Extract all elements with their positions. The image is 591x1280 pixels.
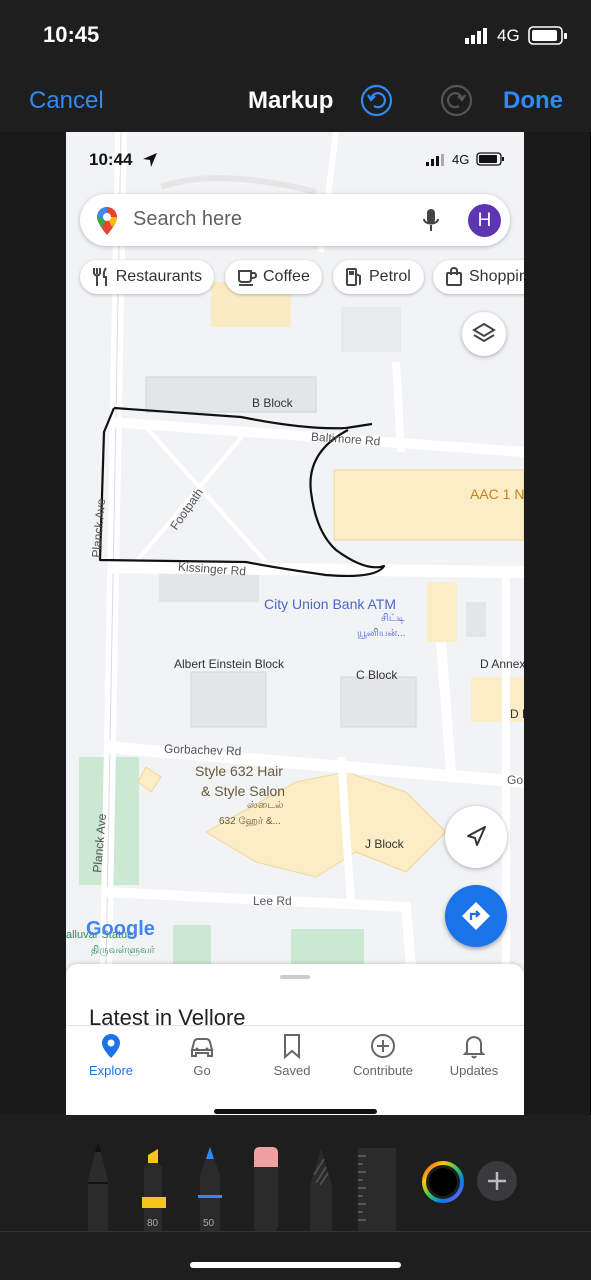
chip-coffee[interactable]: Coffee <box>225 260 322 294</box>
maps-pin-logo-icon <box>97 207 117 235</box>
map-label: B Block <box>252 396 293 410</box>
eraser-tool-icon[interactable] <box>252 1145 280 1232</box>
layers-button[interactable] <box>462 312 506 356</box>
ruler-tool-icon[interactable] <box>358 1148 396 1232</box>
inner-home-indicator <box>214 1109 377 1114</box>
chip-shopping[interactable]: Shoppin <box>433 260 524 294</box>
left-margin <box>0 132 66 1115</box>
layers-icon <box>472 322 496 343</box>
chip-restaurants[interactable]: Restaurants <box>80 260 214 294</box>
divider <box>0 1231 591 1232</box>
sheet-handle[interactable] <box>280 975 310 979</box>
poi-salon[interactable]: Style 632 Hair <box>195 763 283 779</box>
road-label: Gorbachev Rd <box>163 741 242 759</box>
search-input[interactable]: Search here <box>133 208 242 231</box>
undo-icon[interactable] <box>360 84 393 117</box>
nav-go[interactable]: Go <box>162 1032 242 1078</box>
chip-label: Restaurants <box>115 268 202 285</box>
nav-label: Updates <box>449 1063 499 1078</box>
coffee-cup-icon <box>238 270 257 286</box>
poi-statue-tamil: திருவள்ளுவர் <box>91 945 155 956</box>
inner-signal-icon <box>426 154 444 166</box>
poi-atm[interactable]: City Union Bank ATM <box>264 596 396 612</box>
map-label: C Block <box>356 668 398 682</box>
signal-icon <box>465 28 487 44</box>
markup-title: Markup <box>248 87 334 114</box>
nav-label: Contribute <box>353 1063 413 1078</box>
poi-atm-tamil: சிட்டி <box>381 613 405 624</box>
google-logo: Google <box>86 918 155 940</box>
add-tool-button[interactable] <box>477 1161 517 1201</box>
nav-saved[interactable]: Saved <box>252 1032 332 1078</box>
car-icon <box>190 1038 214 1057</box>
nav-explore[interactable]: Explore <box>71 1032 151 1078</box>
lasso-tool-icon[interactable] <box>306 1145 336 1232</box>
navigation-arrow-icon <box>467 826 486 846</box>
poi-salon-tamil: ஸ்டைல் <box>247 800 284 811</box>
inner-status-time: 10:44 <box>89 150 133 169</box>
my-location-button[interactable] <box>445 806 507 868</box>
poi-atm-tamil: யூனியன்... <box>357 628 406 639</box>
directions-icon <box>462 902 490 930</box>
nav-contribute[interactable]: Contribute <box>343 1032 423 1078</box>
poi-salon: & Style Salon <box>201 783 286 799</box>
pen-width-label: 50 <box>203 1218 215 1229</box>
cancel-button[interactable]: Cancel <box>29 87 104 115</box>
color-picker-icon[interactable] <box>421 1160 465 1204</box>
nav-label: Saved <box>273 1063 311 1078</box>
status-time: 10:45 <box>43 22 100 47</box>
directions-button[interactable] <box>445 885 507 947</box>
location-arrow-icon <box>143 153 157 167</box>
inner-network: 4G <box>452 152 470 167</box>
road-label: Lee Rd <box>253 894 292 908</box>
redo-icon[interactable] <box>440 84 473 117</box>
battery-icon <box>528 26 567 45</box>
nav-label: Explore <box>88 1063 134 1078</box>
chip-label: Shoppin <box>469 268 524 285</box>
microphone-icon[interactable] <box>422 208 440 234</box>
poi-salon-tamil: 632 ஹேர் &... <box>219 816 281 827</box>
nav-label: Go <box>193 1063 211 1078</box>
fuel-pump-icon <box>346 268 361 286</box>
right-margin <box>524 132 590 1115</box>
bell-icon <box>462 1035 486 1059</box>
network-type: 4G <box>497 26 520 45</box>
shopping-bag-icon <box>446 267 462 286</box>
avatar[interactable]: H <box>468 204 501 237</box>
bookmark-icon <box>284 1034 300 1060</box>
map-label: D B <box>510 707 524 721</box>
explore-pin-icon <box>102 1034 120 1058</box>
screenshot-canvas[interactable]: B Block Baltimore Rd AAC 1 N Footpath Pl… <box>66 132 524 1115</box>
home-indicator <box>190 1262 401 1268</box>
plus-icon <box>488 1172 506 1190</box>
map-label: AAC 1 N <box>470 486 524 502</box>
map-label: J Block <box>365 837 404 851</box>
road-label: Go <box>507 773 524 787</box>
map-label: Albert Einstein Block <box>174 657 285 671</box>
fork-knife-icon <box>93 267 107 286</box>
nav-updates[interactable]: Updates <box>434 1032 514 1078</box>
chip-petrol[interactable]: Petrol <box>333 260 424 294</box>
inner-battery-icon <box>476 152 504 166</box>
done-button[interactable]: Done <box>503 87 563 115</box>
pen-tool-icon[interactable] <box>84 1140 112 1232</box>
add-circle-icon <box>371 1034 395 1058</box>
chip-label: Petrol <box>369 268 411 285</box>
chip-label: Coffee <box>263 268 310 285</box>
marker-width-label: 80 <box>147 1218 159 1229</box>
map-label: D Annex <box>480 657 524 671</box>
